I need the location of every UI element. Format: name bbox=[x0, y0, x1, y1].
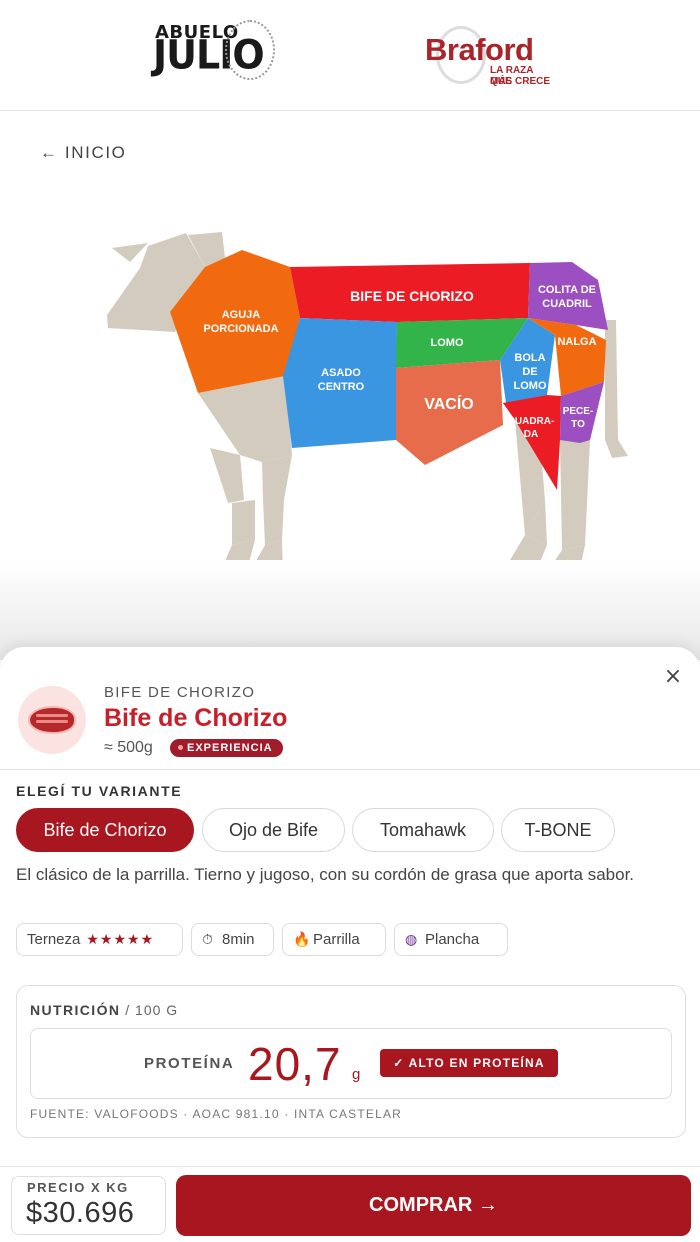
cut-thumbnail bbox=[18, 686, 86, 754]
label-colita-2: CUADRIL bbox=[542, 298, 592, 310]
cow-tail-shape bbox=[605, 320, 628, 458]
braford-wordmark: Braford bbox=[425, 32, 534, 67]
cow-front-leg-lower bbox=[232, 500, 255, 545]
variant-chip-bife-de-chorizo[interactable]: Bife de Chorizo bbox=[16, 808, 194, 852]
abuelo-julio-logo: ABUELO JULIO bbox=[150, 18, 275, 88]
cow-cuts-map: AGUJA PORCIONADA BIFE DE CHORIZO COLITA … bbox=[100, 225, 640, 585]
clock-icon: ⏱ bbox=[202, 932, 213, 948]
nutrition-per-label: / 100 G bbox=[120, 1002, 179, 1018]
badge-dot-icon bbox=[178, 745, 183, 750]
cut-description: El clásico de la parrilla. Tierno y jugo… bbox=[16, 865, 635, 884]
fire-icon: 🔥 bbox=[293, 932, 311, 948]
protein-box bbox=[30, 1028, 672, 1099]
product-page: ABUELO JULIO Braford LA RAZA QUE MÁS CRE… bbox=[0, 0, 700, 1242]
terneza-stars-icon: ★★★★★ bbox=[86, 932, 155, 948]
back-to-home-link[interactable]: ← INICIO bbox=[40, 143, 126, 163]
method-plancha-label: Plancha bbox=[425, 931, 480, 948]
cut-weight: ≈ 500g bbox=[104, 739, 153, 756]
label-nalga: NALGA bbox=[557, 336, 596, 348]
method-parrilla-label: Parrilla bbox=[313, 931, 360, 948]
variant-chip-ojo-de-bife[interactable]: Ojo de Bife bbox=[202, 808, 345, 852]
label-vacio: VACÍO bbox=[424, 394, 473, 413]
plancha-icon: ◍ bbox=[405, 932, 418, 948]
method-plancha-tag: ◍ Plancha bbox=[394, 923, 508, 956]
terneza-tag: Terneza ★★★★★ bbox=[16, 923, 183, 956]
braford-tagline-2: MÁS CRECE bbox=[490, 76, 551, 87]
price-value: $30.696 bbox=[26, 1197, 135, 1229]
label-bola-1: BOLA bbox=[514, 352, 545, 364]
cook-time-tag: ⏱ 8min bbox=[191, 923, 274, 956]
variant-chip-t-bone[interactable]: T-BONE bbox=[501, 808, 615, 852]
cut-eyebrow: BIFE DE CHORIZO bbox=[104, 684, 256, 701]
label-bola-2: DE bbox=[522, 366, 537, 378]
sheet-backdrop-fade bbox=[0, 560, 700, 660]
variant-heading: ELEGÍ TU VARIANTE bbox=[16, 783, 183, 799]
terneza-label: Terneza bbox=[27, 931, 81, 948]
method-parrilla-tag: 🔥 Parrilla bbox=[282, 923, 386, 956]
logo-ring-icon bbox=[225, 20, 275, 80]
label-peceto-2: TO bbox=[571, 419, 585, 430]
brand-header: ABUELO JULIO Braford LA RAZA QUE MÁS CRE… bbox=[0, 0, 700, 111]
experiencia-badge-label: EXPERIENCIA bbox=[187, 742, 273, 754]
protein-label: PROTEÍNA bbox=[144, 1055, 235, 1072]
cow-back-leg2 bbox=[560, 440, 590, 550]
label-bife: BIFE DE CHORIZO bbox=[350, 288, 474, 304]
cow-front-leg-upper bbox=[210, 448, 244, 503]
label-colita-1: COLITA DE bbox=[538, 284, 596, 296]
label-cuadrada-1: CUADRA- bbox=[508, 416, 555, 427]
nutrition-title: NUTRICIÓN / 100 G bbox=[30, 1002, 178, 1018]
price-label: PRECIO X KG bbox=[27, 1180, 129, 1195]
label-cuadrada-2: DA bbox=[524, 429, 538, 440]
label-peceto-1: PECE- bbox=[563, 406, 594, 417]
nutrition-source: FUENTE: VALOFOODS · AOAC 981.10 · INTA C… bbox=[30, 1107, 403, 1121]
protein-value: 20,7 bbox=[248, 1038, 342, 1090]
variant-chip-tomahawk[interactable]: Tomahawk bbox=[352, 808, 494, 852]
footer-divider bbox=[0, 1166, 700, 1167]
steak-icon bbox=[28, 706, 76, 734]
buy-button[interactable]: COMPRAR → bbox=[176, 1175, 691, 1236]
sheet-divider bbox=[0, 769, 700, 770]
label-aguja-1: AGUJA bbox=[222, 309, 261, 321]
braford-logo: Braford LA RAZA QUE MÁS CRECE bbox=[420, 22, 550, 88]
cow-front-leg2-upper bbox=[262, 455, 292, 500]
label-asado-2: CENTRO bbox=[318, 381, 365, 393]
close-button[interactable]: × bbox=[660, 664, 686, 690]
cow-svg: AGUJA PORCIONADA BIFE DE CHORIZO COLITA … bbox=[107, 232, 628, 577]
label-aguja-2: PORCIONADA bbox=[203, 323, 278, 335]
protein-unit: g bbox=[352, 1066, 361, 1083]
nutrition-title-label: NUTRICIÓN bbox=[30, 1002, 121, 1018]
label-asado-1: ASADO bbox=[321, 367, 361, 379]
high-protein-badge: ✓ ALTO EN PROTEÍNA bbox=[380, 1049, 558, 1077]
label-lomo: LOMO bbox=[431, 337, 464, 349]
cook-time-value: 8min bbox=[222, 931, 255, 948]
cow-ear-shape bbox=[112, 243, 148, 262]
label-bola-3: LOMO bbox=[514, 380, 547, 392]
experiencia-badge: EXPERIENCIA bbox=[170, 739, 283, 757]
cut-title: Bife de Chorizo bbox=[104, 704, 288, 732]
cow-front-leg2-lower bbox=[263, 500, 284, 545]
